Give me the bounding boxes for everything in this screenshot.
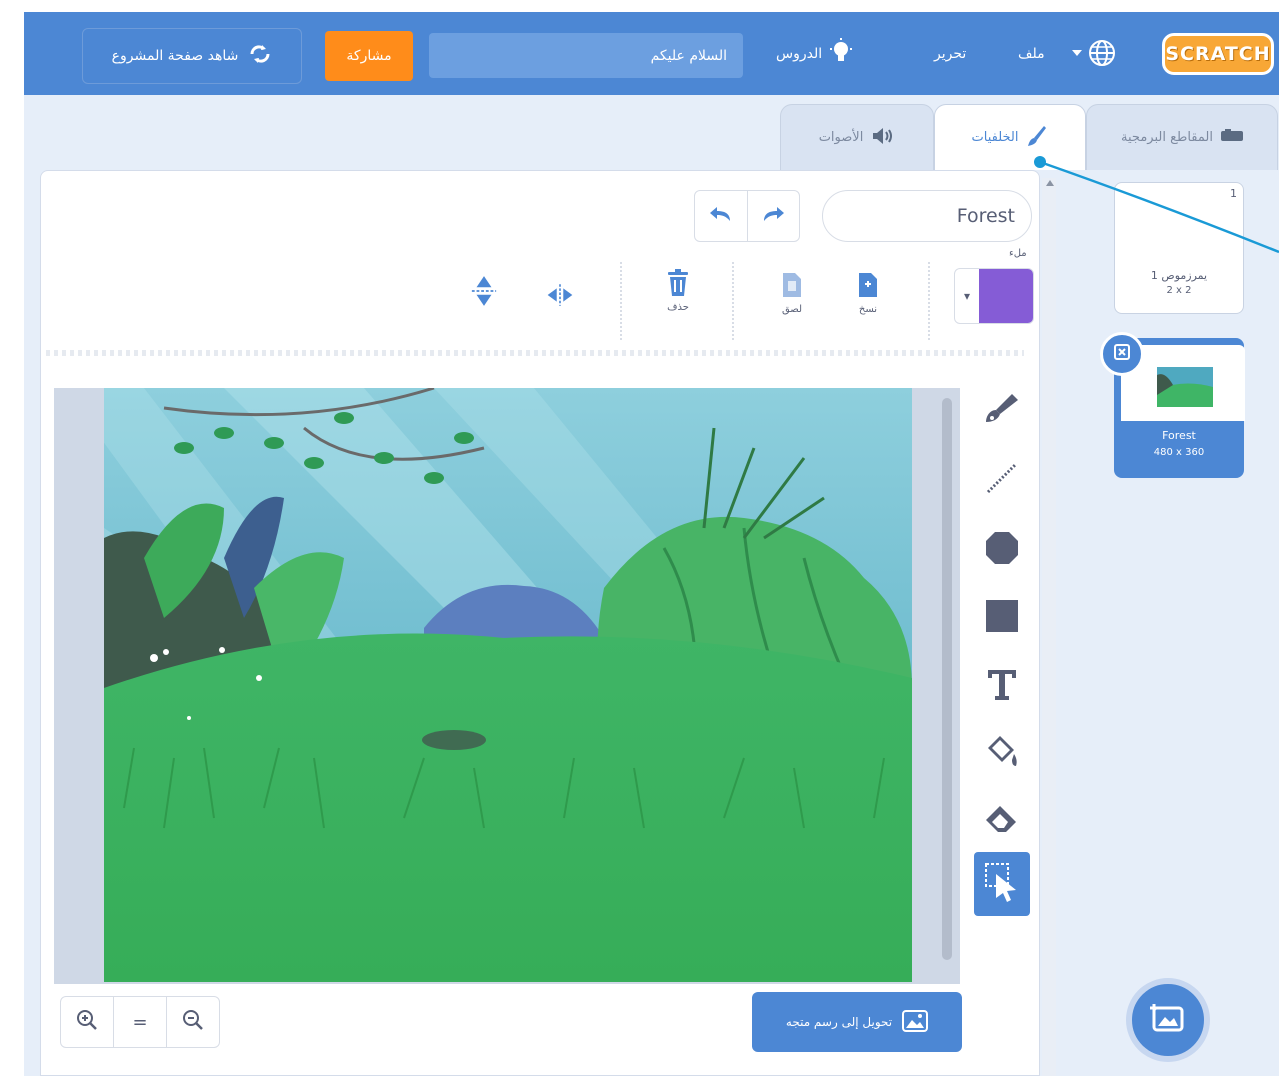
flip-horizontal-icon bbox=[546, 280, 574, 310]
menu-file[interactable]: ملف bbox=[1018, 42, 1045, 66]
line-tool[interactable] bbox=[974, 454, 1030, 506]
zoom-out-icon bbox=[181, 1008, 205, 1037]
zoom-in-icon bbox=[75, 1008, 99, 1037]
project-title-input[interactable] bbox=[429, 33, 743, 78]
costume-name: Forest bbox=[1162, 429, 1196, 442]
trash-icon bbox=[664, 268, 692, 298]
select-arrow-icon bbox=[982, 860, 1022, 908]
paste-button[interactable]: لصق bbox=[778, 270, 806, 315]
tab-backdrops[interactable]: الخلفيات bbox=[934, 104, 1086, 170]
paintbrush-icon bbox=[1026, 124, 1048, 152]
add-image-icon bbox=[1150, 1002, 1186, 1038]
language-menu[interactable] bbox=[1088, 38, 1124, 72]
speaker-icon bbox=[871, 127, 895, 149]
delete-costume-button[interactable] bbox=[1100, 332, 1144, 376]
convert-to-vector-button[interactable]: تحويل إلى رسم متجه bbox=[752, 992, 962, 1052]
paint-bucket-icon bbox=[982, 732, 1022, 776]
fill-tool[interactable] bbox=[974, 728, 1030, 780]
globe-icon bbox=[1088, 39, 1116, 71]
undo-button[interactable] bbox=[695, 191, 747, 241]
toolbar-divider bbox=[732, 262, 734, 340]
circle-tool[interactable] bbox=[974, 524, 1030, 576]
see-project-page-button[interactable]: شاهد صفحة المشروع bbox=[82, 28, 302, 84]
text-icon bbox=[982, 664, 1022, 708]
flip-vertical-button[interactable] bbox=[470, 276, 498, 306]
tutorials-button[interactable]: الدروس bbox=[776, 38, 854, 70]
lightbulb-icon bbox=[828, 38, 854, 70]
scratch-window: SCRATCH ملف تحرير الدروس مشاركة شاهد صفح… bbox=[24, 12, 1279, 1076]
toolbar-divider bbox=[928, 262, 930, 340]
line-icon bbox=[982, 458, 1022, 502]
paste-label: لصق bbox=[781, 304, 803, 315]
tab-code-label: المقاطع البرمجية bbox=[1121, 130, 1213, 145]
toolbar-divider bbox=[620, 262, 622, 340]
costume-number: 2 bbox=[1228, 345, 1235, 358]
zoom-reset-button[interactable]: = bbox=[113, 997, 166, 1047]
tab-sounds-label: الأصوات bbox=[818, 130, 864, 145]
toolbar-separator bbox=[46, 350, 1024, 356]
costume-size: 480 x 360 bbox=[1153, 447, 1205, 458]
fill-color-swatch bbox=[979, 269, 1033, 323]
scroll-up-icon[interactable] bbox=[1046, 180, 1054, 186]
brush-icon bbox=[982, 388, 1022, 432]
tab-code[interactable]: المقاطع البرمجية bbox=[1086, 104, 1278, 170]
remix-icon bbox=[248, 43, 272, 69]
costume-name-input[interactable] bbox=[822, 190, 1032, 242]
delete-button[interactable]: حذف bbox=[664, 268, 692, 313]
costume-name: يمرزموص 1 bbox=[1150, 269, 1208, 282]
tutorials-label: الدروس bbox=[776, 46, 823, 62]
zoom-controls: = bbox=[60, 996, 220, 1048]
forest-backdrop-image bbox=[104, 388, 912, 982]
undo-icon bbox=[708, 204, 734, 228]
fill-label: ملء bbox=[1009, 248, 1027, 259]
menu-bar: SCRATCH ملف تحرير الدروس مشاركة شاهد صفح… bbox=[24, 12, 1279, 95]
chevron-down-icon bbox=[1072, 50, 1082, 56]
text-tool[interactable] bbox=[974, 660, 1030, 712]
canvas-scrollbar[interactable] bbox=[942, 398, 952, 960]
zoom-in-button[interactable] bbox=[61, 997, 113, 1047]
scratch-logo[interactable]: SCRATCH bbox=[1162, 33, 1274, 75]
undo-redo-group bbox=[694, 190, 800, 242]
editor-scrollbar[interactable] bbox=[1042, 178, 1056, 1076]
convert-to-vector-label: تحويل إلى رسم متجه bbox=[785, 1015, 893, 1029]
flip-horizontal-button[interactable] bbox=[546, 280, 574, 310]
zoom-out-button[interactable] bbox=[166, 997, 219, 1047]
select-tool[interactable] bbox=[974, 852, 1030, 916]
costume-number: 1 bbox=[1230, 187, 1237, 200]
redo-button[interactable] bbox=[746, 191, 800, 241]
paste-icon bbox=[778, 270, 806, 300]
eraser-tool[interactable] bbox=[974, 794, 1030, 846]
delete-label: حذف bbox=[667, 302, 689, 313]
tab-sounds[interactable]: الأصوات bbox=[780, 104, 934, 170]
see-project-page-label: شاهد صفحة المشروع bbox=[111, 48, 239, 64]
fill-dropdown-icon: ▾ bbox=[963, 289, 971, 303]
add-backdrop-button[interactable] bbox=[1126, 978, 1210, 1062]
brush-tool[interactable] bbox=[974, 384, 1030, 436]
copy-icon bbox=[854, 270, 882, 300]
rectangle-icon bbox=[982, 596, 1022, 640]
fill-color-picker[interactable]: ▾ bbox=[954, 268, 1034, 324]
copy-label: نسخ bbox=[858, 304, 878, 315]
menu-edit[interactable]: تحرير bbox=[934, 42, 966, 66]
flip-vertical-icon bbox=[470, 276, 498, 306]
close-icon bbox=[1113, 343, 1131, 365]
copy-button[interactable]: نسخ bbox=[854, 270, 882, 315]
costume-size: 2 x 2 bbox=[1166, 285, 1192, 296]
backdrop-canvas[interactable] bbox=[104, 388, 912, 982]
redo-icon bbox=[760, 204, 786, 228]
tab-backdrops-label: الخلفيات bbox=[971, 130, 1019, 145]
code-icon bbox=[1220, 128, 1243, 147]
circle-icon bbox=[982, 528, 1022, 572]
rectangle-tool[interactable] bbox=[974, 592, 1030, 644]
image-icon bbox=[902, 1009, 929, 1035]
costume-item-1[interactable]: 1 يمرزموص 1 2 x 2 bbox=[1114, 182, 1244, 314]
eraser-icon bbox=[982, 798, 1022, 842]
share-button[interactable]: مشاركة bbox=[325, 31, 413, 81]
